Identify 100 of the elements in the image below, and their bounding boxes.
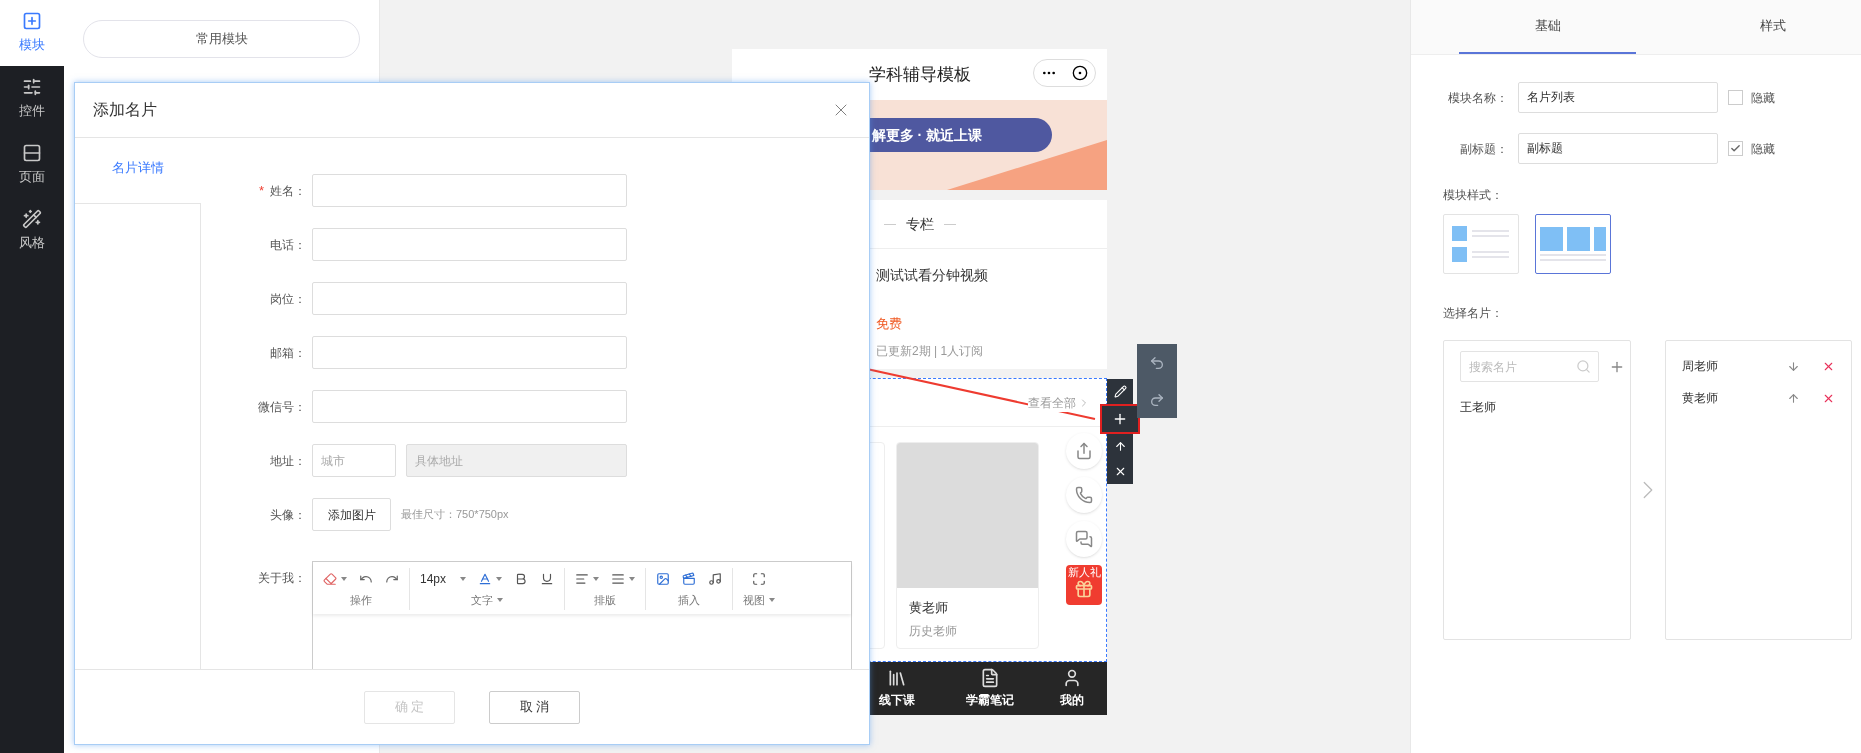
section-title: 专栏 — [905, 214, 934, 234]
tab-bar-item[interactable]: 学霸笔记 — [943, 662, 1037, 715]
text-field[interactable] — [312, 336, 627, 369]
city-field[interactable]: 城市 — [312, 444, 396, 477]
arrow-up-icon — [1113, 440, 1127, 453]
nav-rail-item[interactable]: 控件 — [0, 66, 64, 132]
dialog-title: 添加名片 — [93, 100, 157, 120]
caret-icon — [496, 577, 503, 581]
field-label: 模块名称： — [1447, 89, 1508, 107]
editor-tool-button[interactable] — [575, 572, 600, 586]
card-list-item[interactable]: 王老师 — [1460, 398, 1614, 416]
eraser-icon — [323, 572, 337, 586]
field-label: 头像： — [269, 506, 306, 524]
checkbox-label: 隐藏 — [1751, 140, 1775, 158]
teacher-subtitle: 历史老师 — [909, 622, 958, 640]
notes-icon — [980, 668, 1001, 688]
editor-tool-button[interactable] — [514, 572, 529, 586]
editor-tool-button[interactable] — [752, 572, 767, 586]
caret-icon — [593, 577, 600, 581]
page-title: 学科辅导模板 — [868, 63, 971, 86]
toolbar-group-label: 插入 — [678, 593, 701, 608]
undo-icon — [1149, 354, 1165, 371]
fullscreen-icon — [752, 572, 767, 586]
editor-tool-button[interactable] — [478, 572, 503, 586]
list-layout-icon — [1452, 226, 1510, 262]
tab-bar-item[interactable]: 线下课 — [850, 662, 944, 715]
course-title[interactable]: 测试试看分钟视频 — [876, 265, 1107, 286]
field-label: 邮箱： — [270, 344, 306, 362]
field-label: 地址： — [269, 452, 306, 470]
chat-button[interactable] — [1066, 521, 1102, 557]
reorder-button[interactable] — [1787, 359, 1800, 373]
checkbox[interactable] — [1728, 141, 1743, 156]
magic-wand-icon — [22, 209, 42, 230]
search-field[interactable]: 搜索名片 — [1460, 351, 1599, 382]
editor-tool-button[interactable] — [540, 572, 555, 586]
panel-tab[interactable]: 样式 — [1684, 0, 1861, 54]
course-price: 免费 — [876, 315, 903, 333]
align-icon — [575, 572, 590, 586]
checkbox-label: 隐藏 — [1751, 89, 1775, 107]
editor-tool-button[interactable] — [708, 572, 723, 586]
arrow-up-icon — [1787, 391, 1800, 405]
caret-icon — [341, 577, 347, 581]
gift-icon — [1074, 579, 1094, 599]
course-meta: 已更新2期 | 1人订阅 — [876, 342, 985, 360]
field-label: 电话： — [270, 236, 306, 254]
phone-icon — [1075, 486, 1093, 504]
arrow-down-icon — [1787, 359, 1800, 373]
image-icon — [656, 572, 671, 586]
section-label: 模块样式： — [1443, 187, 1504, 204]
nav-rail-item[interactable]: 模块 — [0, 0, 64, 66]
layout-option[interactable] — [1535, 214, 1611, 274]
text-field[interactable] — [312, 390, 627, 423]
field-label: 姓名： — [270, 182, 306, 200]
dialog-tab[interactable]: 名片详情 — [75, 138, 201, 203]
music-icon — [708, 572, 723, 586]
redo-icon — [1149, 391, 1165, 408]
text-field[interactable] — [312, 174, 627, 207]
rich-text-editor[interactable]: 操作 14px 文字 排版 插入 视图 — [312, 561, 852, 669]
editor-tool-button[interactable] — [682, 572, 697, 586]
tab-bar-item[interactable]: 我的 — [1036, 662, 1107, 715]
reorder-button[interactable] — [1787, 391, 1800, 405]
nav-rail-item[interactable]: 页面 — [0, 132, 64, 198]
card-list-item: 黄老师 — [1682, 390, 1718, 407]
gift-badge[interactable]: 新人礼 — [1066, 565, 1102, 605]
text-field[interactable] — [312, 282, 627, 315]
editor-tool-button[interactable] — [656, 572, 671, 586]
plus-square-icon — [22, 11, 42, 32]
dialog-button[interactable]: 取 消 — [489, 690, 580, 724]
share-icon — [1075, 442, 1093, 460]
toolbar-group-label: 排版 — [594, 593, 617, 608]
font-color-icon — [478, 572, 493, 586]
call-button[interactable] — [1066, 477, 1102, 513]
pencil-icon — [1113, 385, 1127, 398]
toolbar-group-label[interactable]: 视图 — [743, 592, 776, 609]
share-button[interactable] — [1066, 433, 1102, 469]
nav-rail-item[interactable]: 风格 — [0, 198, 64, 264]
card-list-item: 周老师 — [1682, 358, 1718, 375]
toolbar-group-label[interactable]: 文字 — [471, 592, 503, 609]
chat-icon — [1075, 530, 1093, 548]
layout-rows-icon — [22, 143, 42, 164]
undo-button[interactable] — [1149, 354, 1165, 371]
sliders-icon — [22, 77, 42, 98]
text-field[interactable]: 副标题 — [1518, 133, 1718, 164]
caret-icon — [629, 577, 636, 581]
panel-tab[interactable]: 基础 — [1459, 0, 1636, 54]
teacher-card[interactable]: 黄老师 历史老师 — [896, 442, 1039, 649]
text-field[interactable] — [312, 228, 627, 261]
checkbox[interactable] — [1728, 90, 1743, 105]
search-icon — [1576, 359, 1591, 374]
editor-tool-button[interactable] — [323, 572, 347, 586]
field-label: 微信号： — [258, 398, 306, 416]
required-mark: * — [258, 181, 264, 200]
module-tool-button[interactable] — [1100, 404, 1140, 434]
add-image-button[interactable]: 添加图片 — [312, 498, 391, 531]
redo-button[interactable] — [1149, 391, 1165, 408]
editor-tool-button[interactable]: 14px — [420, 570, 467, 588]
record-icon — [1071, 65, 1088, 81]
editor-tool-button[interactable] — [611, 572, 636, 586]
line-spacing-icon — [611, 572, 626, 586]
text-field[interactable]: 名片列表 — [1518, 82, 1718, 113]
